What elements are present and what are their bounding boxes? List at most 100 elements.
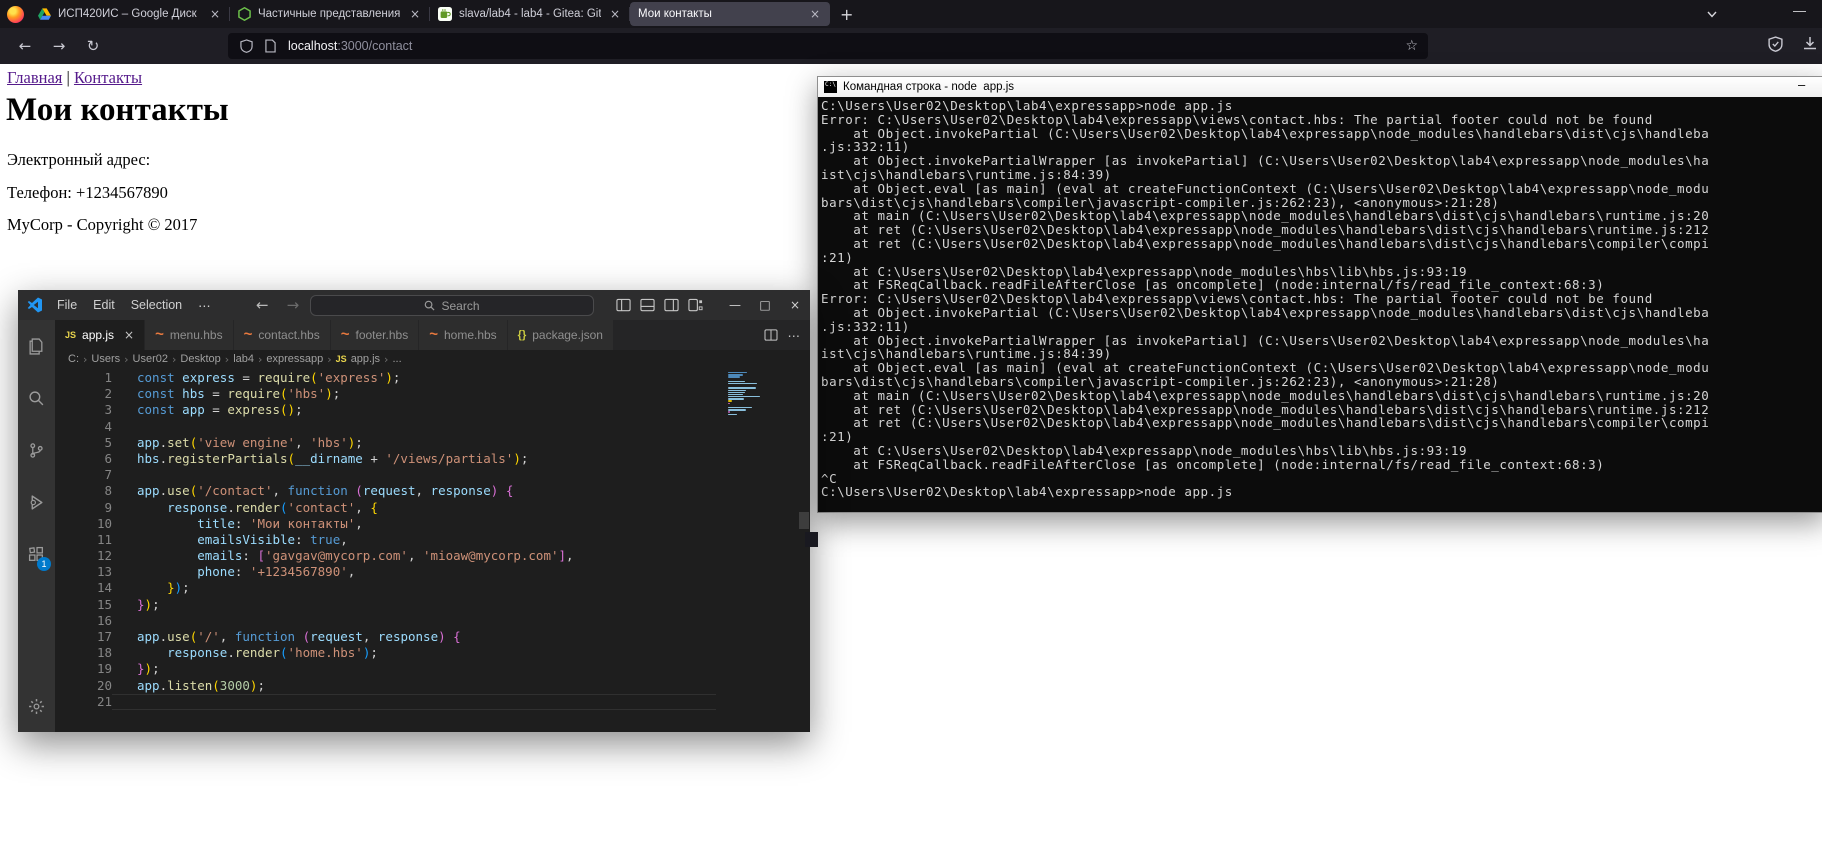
list-all-tabs-chevron-icon[interactable] bbox=[1706, 7, 1718, 25]
code-line: 16 bbox=[55, 613, 810, 629]
breadcrumb-item[interactable]: app.js bbox=[351, 353, 380, 365]
new-tab-button[interactable]: + bbox=[830, 5, 863, 24]
downloads-icon[interactable] bbox=[1802, 36, 1818, 52]
editor-tab[interactable]: ~contact.hbs bbox=[234, 320, 331, 350]
code-text: phone: '+1234567890', bbox=[112, 564, 355, 580]
forward-button[interactable]: → bbox=[46, 34, 72, 58]
page-nav-link[interactable]: Главная bbox=[7, 68, 62, 87]
browser-tab[interactable]: ИСП420ИС – Google Диск× bbox=[30, 0, 230, 28]
terminal-line: bars\dist\cjs\handlebars\compiler\javasc… bbox=[821, 375, 1822, 389]
extensions-badge: 1 bbox=[37, 557, 51, 571]
extensions-icon[interactable]: 1 bbox=[18, 528, 55, 580]
tab-close-icon[interactable]: × bbox=[608, 7, 622, 21]
customize-layout-icon[interactable] bbox=[688, 298, 703, 312]
page-nav: Главная | Контакты bbox=[7, 68, 142, 88]
url-bar[interactable]: localhost:3000/contact ☆ bbox=[228, 33, 1428, 59]
tab-close-icon[interactable]: × bbox=[808, 7, 822, 21]
code-text: app.use('/', function (request, response… bbox=[112, 629, 461, 645]
code-text: response.render('home.hbs'); bbox=[112, 645, 378, 661]
command-center-search[interactable]: Search bbox=[310, 295, 594, 316]
browser-tab[interactable]: Частичные представления в H× bbox=[230, 0, 430, 28]
browser-minimize-button[interactable]: — bbox=[1793, 3, 1806, 18]
editor-tab[interactable]: ~footer.hbs bbox=[331, 320, 419, 350]
tab-close-icon[interactable]: × bbox=[408, 7, 422, 21]
firefox-tab-bar: ИСП420ИС – Google Диск×Частичные предста… bbox=[0, 0, 1822, 28]
line-number: 13 bbox=[55, 564, 112, 580]
editor-forward-button[interactable]: → bbox=[287, 296, 300, 314]
line-number: 10 bbox=[55, 516, 112, 532]
manage-gear-icon[interactable] bbox=[18, 680, 55, 732]
line-number: 21 bbox=[55, 694, 112, 710]
search-sidebar-icon[interactable] bbox=[18, 372, 55, 424]
code-line: 20app.listen(3000); bbox=[55, 678, 810, 694]
firefox-view-button[interactable] bbox=[0, 0, 30, 28]
browser-tab[interactable]: Мои контакты× bbox=[630, 2, 830, 26]
line-number: 12 bbox=[55, 548, 112, 564]
editor-tab[interactable]: ~home.hbs bbox=[419, 320, 507, 350]
menu-file[interactable]: File bbox=[49, 298, 85, 313]
terminal-line: bars\dist\cjs\handlebars\compiler\javasc… bbox=[821, 196, 1822, 210]
toggle-secondary-sidebar-icon[interactable] bbox=[664, 298, 679, 312]
cmd-console-output[interactable]: C:\Users\User02\Desktop\lab4\expressapp>… bbox=[818, 97, 1822, 512]
page-nav-link[interactable]: Контакты bbox=[74, 68, 142, 87]
breadcrumb[interactable]: C:›Users›User02›Desktop›lab4›expressapp›… bbox=[55, 350, 810, 368]
editor-tab[interactable]: JSapp.js× bbox=[55, 320, 145, 350]
cmd-window: C:\ Командная строка - node app.js – C:\… bbox=[817, 76, 1822, 513]
code-text: app.use('/contact', function (request, r… bbox=[112, 483, 513, 499]
editor-tab-label: contact.hbs bbox=[258, 328, 319, 342]
tab-bar-actions: ⋯ bbox=[764, 320, 811, 350]
terminal-line: at Object.invokePartialWrapper [as invok… bbox=[821, 154, 1822, 168]
source-control-icon[interactable] bbox=[18, 424, 55, 476]
toggle-sidebar-icon[interactable] bbox=[616, 298, 631, 312]
toggle-panel-icon[interactable] bbox=[640, 298, 655, 312]
editor-back-button[interactable]: ← bbox=[256, 296, 269, 314]
tab-close-icon[interactable]: × bbox=[124, 328, 134, 342]
vscode-minimize-button[interactable]: — bbox=[720, 290, 750, 320]
vscode-title-bar[interactable]: FileEditSelection⋯ ← → Search —□× bbox=[18, 290, 810, 320]
code-line: 2const hbs = require('hbs'); bbox=[55, 386, 810, 402]
menu-edit[interactable]: Edit bbox=[85, 298, 123, 313]
code-line: 17app.use('/', function (request, respon… bbox=[55, 629, 810, 645]
cmd-minimize-button[interactable]: – bbox=[1798, 77, 1805, 92]
menu-[interactable]: ⋯ bbox=[190, 298, 219, 313]
run-debug-icon[interactable] bbox=[18, 476, 55, 528]
line-number: 1 bbox=[55, 370, 112, 386]
line-number: 16 bbox=[55, 613, 112, 629]
editor-tab[interactable]: {}package.json bbox=[508, 320, 614, 350]
vscode-maximize-button[interactable]: □ bbox=[750, 290, 780, 320]
breadcrumb-item[interactable]: User02 bbox=[133, 353, 168, 365]
gitea-cup-icon bbox=[438, 7, 452, 21]
editor-tab-label: app.js bbox=[82, 328, 114, 342]
hbs-file-icon: ~ bbox=[155, 330, 164, 340]
breadcrumb-item[interactable]: Desktop bbox=[180, 353, 220, 365]
more-actions-icon[interactable]: ⋯ bbox=[788, 328, 801, 343]
vscode-close-button[interactable]: × bbox=[780, 290, 810, 320]
cmd-window-title: Командная строка - node app.js bbox=[843, 81, 1014, 93]
editor-tab[interactable]: ~menu.hbs bbox=[145, 320, 233, 350]
breadcrumb-item[interactable]: expressapp bbox=[266, 353, 323, 365]
line-number: 8 bbox=[55, 483, 112, 499]
code-editor[interactable]: 1const express = require('express');2con… bbox=[55, 368, 810, 732]
cmd-title-bar[interactable]: C:\ Командная строка - node app.js – bbox=[818, 77, 1822, 97]
page-info-icon[interactable] bbox=[265, 39, 276, 53]
breadcrumb-item[interactable]: Users bbox=[91, 353, 120, 365]
terminal-line: at ret (C:\Users\User02\Desktop\lab4\exp… bbox=[821, 223, 1822, 237]
scrollbar-fragment bbox=[805, 532, 818, 547]
bookmark-star-icon[interactable]: ☆ bbox=[1405, 38, 1418, 54]
back-button[interactable]: ← bbox=[12, 34, 38, 58]
reload-button[interactable]: ↻ bbox=[80, 34, 106, 58]
explorer-icon[interactable] bbox=[18, 320, 55, 372]
chevron-right-icon: › bbox=[258, 353, 262, 366]
breadcrumb-item[interactable]: ... bbox=[392, 353, 401, 365]
breadcrumb-item[interactable]: lab4 bbox=[233, 353, 254, 365]
split-editor-icon[interactable] bbox=[764, 329, 778, 341]
breadcrumb-item[interactable]: C: bbox=[68, 353, 79, 365]
minimap[interactable] bbox=[728, 372, 764, 418]
tab-close-icon[interactable]: × bbox=[208, 7, 222, 21]
editor-scrollbar[interactable] bbox=[799, 512, 809, 529]
tracking-shield-icon[interactable] bbox=[240, 39, 253, 53]
terminal-line: Error: C:\Users\User02\Desktop\lab4\expr… bbox=[821, 292, 1822, 306]
menu-selection[interactable]: Selection bbox=[123, 298, 190, 313]
extension-shield-icon[interactable] bbox=[1768, 36, 1783, 52]
browser-tab[interactable]: slava/lab4 - lab4 - Gitea: Git wit× bbox=[430, 0, 630, 28]
